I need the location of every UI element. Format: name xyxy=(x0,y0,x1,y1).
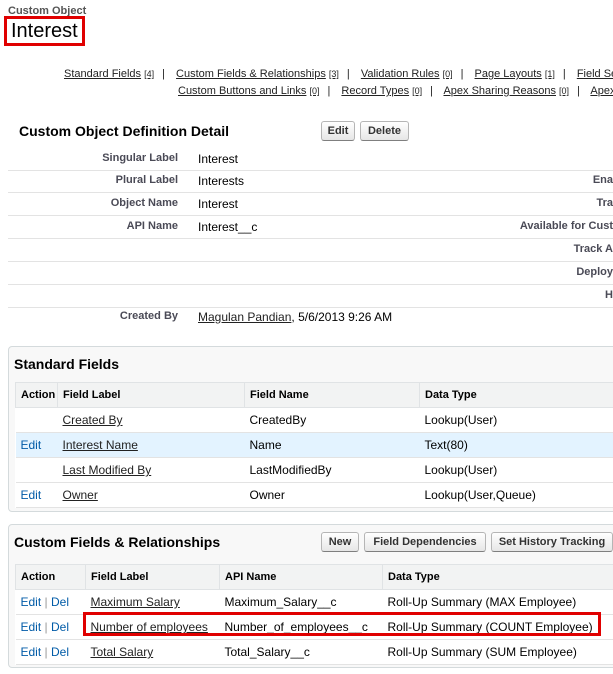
edit-link[interactable]: Edit xyxy=(21,595,42,609)
standard-fields-title: Standard Fields xyxy=(14,356,120,372)
table-header-row: Action Field Label Field Name Data Type xyxy=(15,382,613,408)
data-type-cell: Text(80) xyxy=(419,432,613,458)
table-row: Edit | Del Maximum Salary Maximum_Salary… xyxy=(15,589,613,615)
field-dependencies-button[interactable]: Field Dependencies xyxy=(364,532,486,552)
field-label-link[interactable]: Number of employees xyxy=(91,620,208,634)
col-action: Action xyxy=(15,564,86,590)
detail-row-help: H xyxy=(8,285,613,308)
standard-fields-table: Action Field Label Field Name Data Type … xyxy=(15,382,613,508)
col-data-type: Data Type xyxy=(382,564,613,590)
table-row: Created By CreatedBy Lookup(User) xyxy=(15,407,613,433)
data-type-cell: Lookup(User) xyxy=(419,407,613,433)
row-action xyxy=(15,407,58,433)
link-record-types[interactable]: Record Types [0] xyxy=(341,85,422,97)
api-name-cell: Maximum_Salary__c xyxy=(219,589,383,615)
field-name-cell: LastModifiedBy xyxy=(244,457,420,483)
link-validation-rules[interactable]: Validation Rules [0] xyxy=(361,68,453,80)
table-row: Edit | Del Total Salary Total_Salary__c … xyxy=(15,639,613,665)
col-action: Action xyxy=(15,382,58,408)
col-field-name: Field Name xyxy=(244,382,420,408)
table-header-row: Action Field Label API Name Data Type xyxy=(15,564,613,590)
detail-row-singular-label: Singular Label Interest xyxy=(8,148,613,171)
field-name-cell: CreatedBy xyxy=(244,407,420,433)
definition-detail-title: Custom Object Definition Detail xyxy=(19,123,230,139)
field-name-cell: Owner xyxy=(244,482,420,508)
custom-fields-section: Custom Fields & Relationships New Field … xyxy=(8,524,613,668)
api-name-cell: Total_Salary__c xyxy=(219,639,383,665)
detail-row-api-name: API Name Interest__c Available for Cust xyxy=(8,216,613,239)
del-link[interactable]: Del xyxy=(51,620,69,634)
custom-fields-title: Custom Fields & Relationships xyxy=(14,534,221,550)
edit-link[interactable]: Edit xyxy=(21,645,42,659)
link-custom-buttons[interactable]: Custom Buttons and Links [0] xyxy=(178,85,319,97)
link-custom-fields[interactable]: Custom Fields & Relationships [3] xyxy=(176,68,339,80)
table-row: Edit Interest Name Name Text(80) xyxy=(15,432,613,458)
link-standard-fields[interactable]: Standard Fields [4] xyxy=(64,68,154,80)
field-label-link[interactable]: Total Salary xyxy=(91,645,154,659)
data-type-cell: Roll-Up Summary (COUNT Employee) xyxy=(382,614,613,640)
col-api-name: API Name xyxy=(219,564,383,590)
col-data-type: Data Type xyxy=(419,382,613,408)
field-name-cell: Name xyxy=(244,432,420,458)
data-type-cell: Lookup(User,Queue) xyxy=(419,482,613,508)
detail-row-plural-label: Plural Label Interests Ena xyxy=(8,170,613,193)
custom-fields-table: Action Field Label API Name Data Type Ed… xyxy=(15,564,613,665)
table-row: Last Modified By LastModifiedBy Lookup(U… xyxy=(15,457,613,483)
detail-row-deployment: Deploy xyxy=(8,262,613,285)
detail-row-object-name: Object Name Interest Tra xyxy=(8,193,613,216)
created-by-user-link[interactable]: Magulan Pandian xyxy=(198,310,291,324)
related-links-row-2: Custom Buttons and Links [0] | Record Typ… xyxy=(178,85,613,97)
link-apex-sharing-reasons[interactable]: Apex Sharing Reasons [0] xyxy=(443,85,569,97)
new-field-button[interactable]: New xyxy=(321,532,359,552)
data-type-cell: Roll-Up Summary (MAX Employee) xyxy=(382,589,613,615)
detail-row-track-activities: Track A xyxy=(8,239,613,262)
delete-button[interactable]: Delete xyxy=(360,121,409,141)
edit-link[interactable]: Edit xyxy=(21,488,42,502)
data-type-cell: Lookup(User) xyxy=(419,457,613,483)
col-field-label: Field Label xyxy=(85,564,220,590)
link-page-layouts[interactable]: Page Layouts [1] xyxy=(475,68,555,80)
standard-fields-section: Standard Fields Action Field Label Field… xyxy=(8,346,613,512)
link-field-sets[interactable]: Field Sets xyxy=(577,68,613,80)
row-action xyxy=(15,457,58,483)
detail-row-created-by: Created By Magulan Pandian, 5/6/2013 9:2… xyxy=(119,310,393,324)
table-row: Edit | Del Number of employees Number_of… xyxy=(15,614,613,640)
edit-button[interactable]: Edit xyxy=(321,121,355,141)
edit-link[interactable]: Edit xyxy=(21,620,42,634)
related-links-row-1: Standard Fields [4] | Custom Fields & Rel… xyxy=(64,68,613,80)
del-link[interactable]: Del xyxy=(51,595,69,609)
api-name-cell: Number_of_employees__c xyxy=(219,614,383,640)
col-field-label: Field Label xyxy=(57,382,245,408)
field-label-link[interactable]: Owner xyxy=(63,488,98,502)
field-label-link[interactable]: Maximum Salary xyxy=(91,595,180,609)
field-label-link[interactable]: Last Modified By xyxy=(63,463,152,477)
field-label-link[interactable]: Interest Name xyxy=(63,438,138,452)
del-link[interactable]: Del xyxy=(51,645,69,659)
table-row: Edit Owner Owner Lookup(User,Queue) xyxy=(15,482,613,508)
edit-link[interactable]: Edit xyxy=(21,438,42,452)
link-apex[interactable]: Apex xyxy=(590,85,613,97)
object-name-title: Interest xyxy=(4,16,85,46)
set-history-tracking-button[interactable]: Set History Tracking xyxy=(491,532,613,552)
data-type-cell: Roll-Up Summary (SUM Employee) xyxy=(382,639,613,665)
field-label-link[interactable]: Created By xyxy=(63,413,123,427)
